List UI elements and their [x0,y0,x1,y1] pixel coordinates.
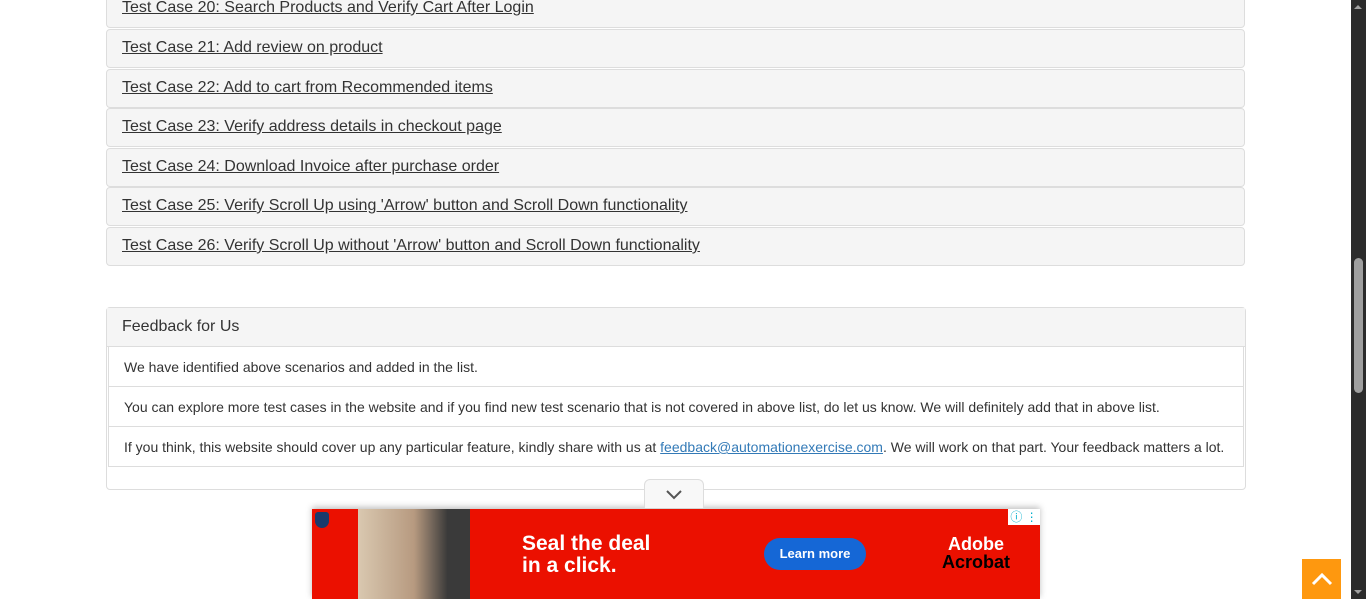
test-case-23: Test Case 23: Verify address details in … [106,108,1245,147]
test-case-22: Test Case 22: Add to cart from Recommend… [106,69,1245,108]
test-case-24: Test Case 24: Download Invoice after pur… [106,148,1245,187]
ad-brand-logo: Adobe Acrobat [942,534,1011,572]
feedback-title: Feedback for Us [107,308,1245,347]
scroll-down-arrow-icon[interactable] [1354,590,1362,594]
chevron-up-icon [1311,572,1332,586]
feedback-item: If you think, this website should cover … [108,427,1244,467]
ad-collapse-button[interactable] [644,479,704,508]
scroll-up-button[interactable] [1302,559,1341,599]
ad-info-icon[interactable]: ⓘ ⋮ [1008,509,1040,525]
test-case-link[interactable]: Test Case 26: Verify Scroll Up without '… [122,237,700,255]
ad-banner[interactable]: Seal the deal in a click. Learn more Adob… [312,509,1040,599]
feedback-item: You can explore more test cases in the w… [108,387,1244,427]
test-case-link[interactable]: Test Case 25: Verify Scroll Up using 'Ar… [122,197,687,215]
test-case-link[interactable]: Test Case 22: Add to cart from Recommend… [122,79,493,97]
test-case-20: Test Case 20: Search Products and Verify… [106,0,1245,28]
feedback-text: . We will work on that part. Your feedba… [882,439,1225,455]
feedback-item: We have identified above scenarios and a… [108,347,1244,387]
test-case-26: Test Case 26: Verify Scroll Up without '… [106,227,1245,266]
test-case-link[interactable]: Test Case 21: Add review on product [122,39,383,57]
test-case-link[interactable]: Test Case 23: Verify address details in … [122,118,502,136]
feedback-text: If you think, this website should cover … [124,439,661,455]
shield-icon [315,512,329,528]
test-case-link[interactable]: Test Case 20: Search Products and Verify… [122,0,534,17]
test-case-link[interactable]: Test Case 24: Download Invoice after pur… [122,158,499,176]
test-case-25: Test Case 25: Verify Scroll Up using 'Ar… [106,187,1245,226]
ad-image [358,509,470,599]
test-case-21: Test Case 21: Add review on product [106,29,1245,68]
scroll-up-arrow-icon[interactable] [1354,5,1362,9]
scrollbar[interactable] [1351,0,1366,599]
ad-headline: Seal the deal in a click. [522,532,651,577]
learn-more-button[interactable]: Learn more [764,538,866,570]
chevron-down-icon [666,490,682,500]
scrollbar-thumb[interactable] [1354,258,1363,393]
feedback-panel: Feedback for Us We have identified above… [106,307,1246,490]
feedback-email-link[interactable]: feedback@automationexercise.com [660,439,883,455]
